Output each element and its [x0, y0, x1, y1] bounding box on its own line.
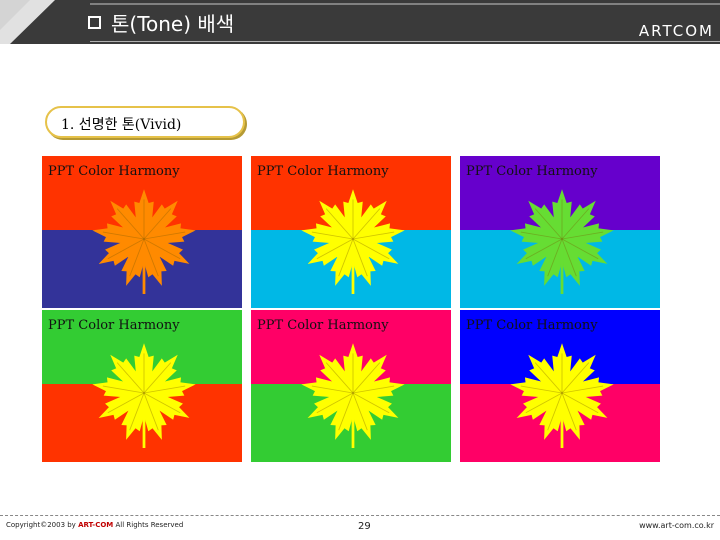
- header-swoosh-decoration: [0, 0, 90, 44]
- panel-caption: PPT Color Harmony: [466, 164, 598, 179]
- color-panel: PPT Color Harmony: [42, 156, 242, 308]
- footer-website-link[interactable]: www.art-com.co.kr: [639, 521, 714, 530]
- panel-caption: PPT Color Harmony: [257, 164, 389, 179]
- panel-caption: PPT Color Harmony: [466, 318, 598, 333]
- color-panel: PPT Color Harmony: [42, 310, 242, 462]
- panel-caption: PPT Color Harmony: [257, 318, 389, 333]
- header-underline: [90, 41, 720, 42]
- maple-leaf-icon: [92, 189, 196, 294]
- header-top-line: [0, 3, 720, 5]
- page-title-text: 톤(Tone) 배색: [111, 11, 235, 36]
- color-panel: PPT Color Harmony: [460, 310, 660, 462]
- maple-leaf-icon: [510, 343, 614, 448]
- panel-caption: PPT Color Harmony: [48, 164, 180, 179]
- header-bar: 톤(Tone) 배색 ARTCOM: [0, 0, 720, 44]
- maple-leaf-icon: [301, 189, 405, 294]
- copyright-brand: ART-COM: [78, 521, 114, 529]
- footer-divider: [0, 515, 720, 516]
- page-number: 29: [358, 521, 371, 532]
- page-title: 톤(Tone) 배색: [88, 7, 234, 37]
- maple-leaf-icon: [301, 343, 405, 448]
- maple-leaf-icon: [510, 189, 614, 294]
- copyright-suffix: All Rights Reserved: [113, 521, 184, 529]
- section-label-box: 1. 선명한 톤(Vivid): [45, 106, 245, 138]
- color-panel: PPT Color Harmony: [251, 156, 451, 308]
- panel-caption: PPT Color Harmony: [48, 318, 180, 333]
- section-label: 1. 선명한 톤(Vivid): [61, 117, 182, 133]
- square-bullet-icon: [88, 15, 101, 29]
- copyright-prefix: Copyright©2003 by: [6, 521, 79, 529]
- color-panel: PPT Color Harmony: [460, 156, 660, 308]
- brand-logo-text: ARTCOM: [638, 22, 714, 40]
- maple-leaf-icon: [92, 343, 196, 448]
- color-panel: PPT Color Harmony: [251, 310, 451, 462]
- footer-copyright: Copyright©2003 by ART-COM All Rights Res…: [6, 521, 183, 529]
